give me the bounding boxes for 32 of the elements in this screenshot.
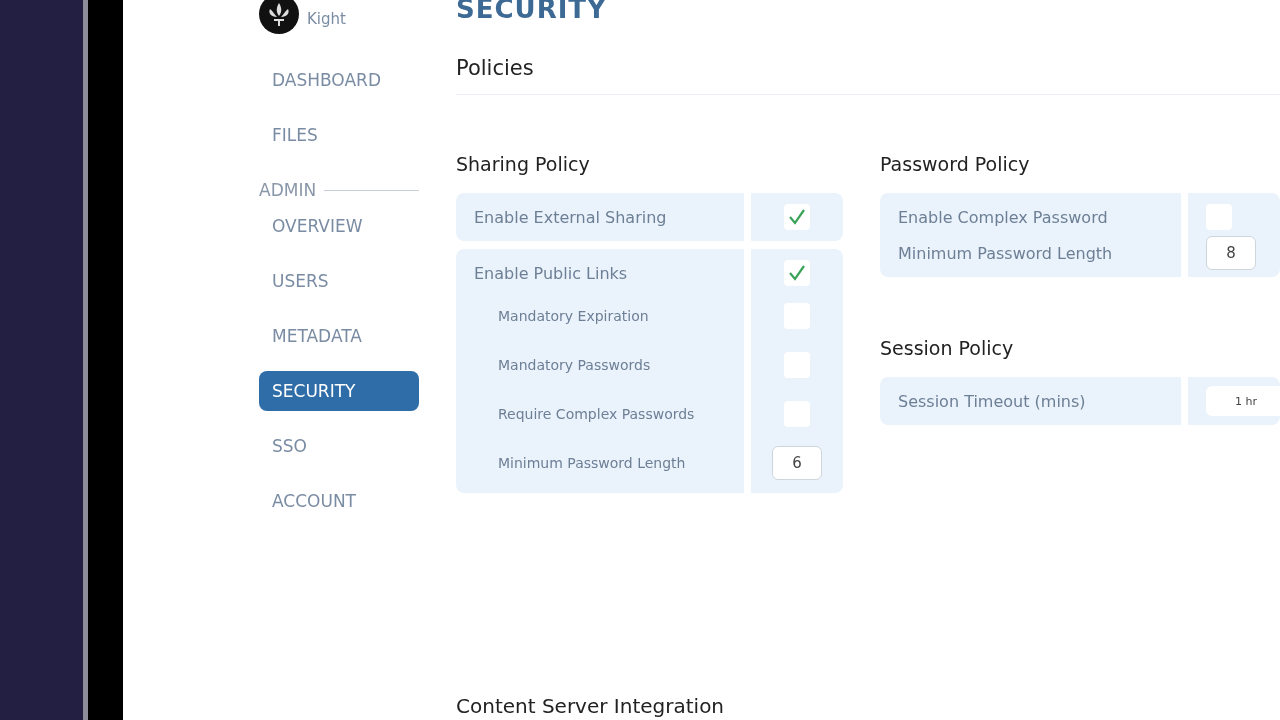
- timeout-select[interactable]: 1 hr: [1206, 386, 1280, 416]
- section-label: ADMIN: [259, 180, 317, 200]
- checkbox[interactable]: [784, 204, 810, 230]
- setting-label: Enable Complex Password: [898, 206, 1109, 229]
- setting-label: Session Timeout (mins): [898, 390, 1087, 413]
- nav-item[interactable]: SECURITY: [259, 371, 419, 411]
- number-field[interactable]: 6: [772, 445, 822, 480]
- setting-label: Mandatory Expiration: [497, 306, 650, 326]
- setting-label: Minimum Password Length: [898, 242, 1114, 265]
- policy-heading: Sharing Policy: [456, 153, 591, 175]
- setting-label: Enable External Sharing: [474, 206, 668, 229]
- checkmark-icon: [787, 207, 807, 227]
- nav-item[interactable]: FILES: [259, 115, 419, 155]
- policy-heading: Password Policy: [880, 153, 1031, 175]
- setting-label: Minimum Password Length: [497, 453, 687, 473]
- avatar-icon: [259, 0, 299, 34]
- checkmark-icon: [787, 263, 807, 283]
- setting-label: Require Complex Passwords: [497, 404, 696, 424]
- policy-heading: Session Policy: [880, 337, 1015, 359]
- nav-item[interactable]: USERS: [259, 261, 419, 301]
- setting-label: Enable Public Links: [474, 262, 629, 285]
- nav-item[interactable]: ACCOUNT: [259, 481, 419, 521]
- nav-item[interactable]: DASHBOARD: [259, 60, 419, 100]
- nav-item[interactable]: SSO: [259, 426, 419, 466]
- nav-item[interactable]: OVERVIEW: [259, 206, 419, 246]
- checkbox[interactable]: [784, 260, 810, 286]
- setting-label: Mandatory Passwords: [497, 355, 652, 375]
- user-name: Kight: [307, 10, 346, 28]
- section-heading: Policies: [456, 56, 1280, 95]
- section-heading: Content Server Integration: [456, 694, 725, 718]
- nav-item[interactable]: METADATA: [259, 316, 419, 356]
- number-field[interactable]: 8: [1206, 236, 1256, 270]
